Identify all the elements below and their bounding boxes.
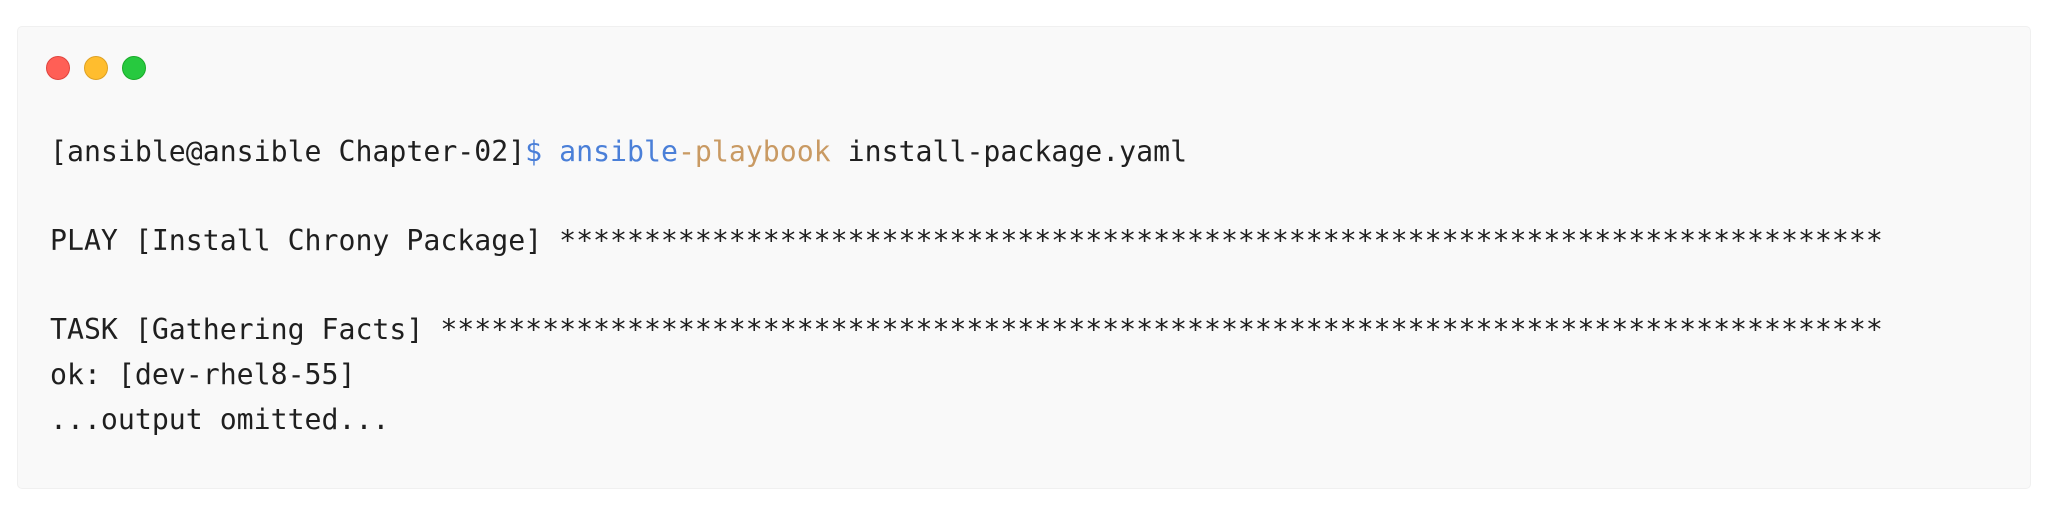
terminal-output: [ansible@ansible Chapter-02]$ ansible-pl… [50,130,1883,442]
command-name-part1: ansible [559,135,678,168]
minimize-window-button[interactable] [84,56,108,80]
shell-prompt: [ansible@ansible Chapter-02] [50,135,526,168]
close-window-button[interactable] [46,56,70,80]
command-line: [ansible@ansible Chapter-02]$ ansible-pl… [50,130,1883,175]
prompt-symbol: $ [525,135,543,168]
zoom-window-button[interactable] [122,56,146,80]
command-name-part2: -playbook [677,135,831,168]
output-line-play: PLAY [Install Chrony Package] **********… [50,224,1883,258]
output-line-ok: ok: [dev-rhel8-55] [50,357,356,391]
window-controls [46,56,146,80]
output-line-task: TASK [Gathering Facts] *****************… [50,313,1883,347]
command-args: install-package.yaml [847,135,1188,168]
output-line-omitted: ...output omitted... [50,402,390,436]
